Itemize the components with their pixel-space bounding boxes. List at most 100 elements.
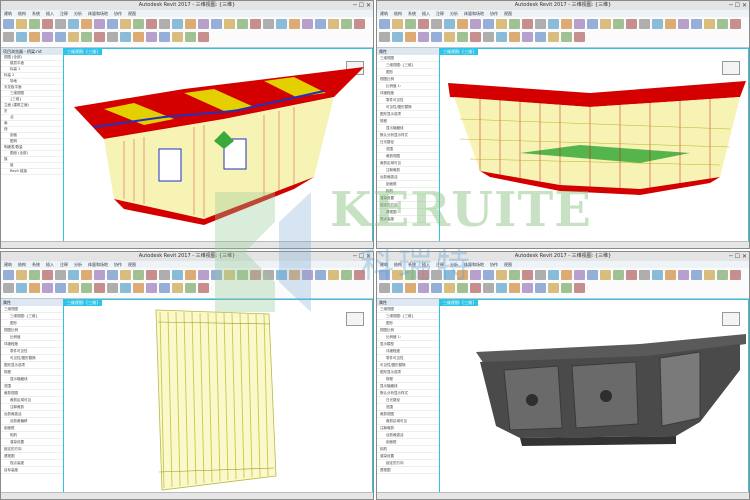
ribbon-tool-icon[interactable]: [678, 270, 689, 280]
panel-row[interactable]: 视图比例: [377, 327, 439, 334]
ribbon-tool-icon[interactable]: [107, 32, 118, 42]
panel-row[interactable]: 剖面框: [377, 439, 439, 446]
ribbon-tool-icon[interactable]: [470, 283, 481, 293]
panel-row[interactable]: 图形显示选项: [377, 369, 439, 376]
ribbon-tool-icon[interactable]: [717, 19, 728, 29]
ribbon-tab[interactable]: 建筑: [380, 262, 388, 267]
ribbon-tool-icon[interactable]: [120, 270, 131, 280]
ribbon-tool-icon[interactable]: [717, 270, 728, 280]
panel-row[interactable]: 三维视图: {三维}: [1, 313, 63, 320]
ribbon-tool-icon[interactable]: [470, 32, 481, 42]
ribbon-tool-icon[interactable]: [652, 19, 663, 29]
ribbon-tool-icon[interactable]: [3, 270, 14, 280]
panel-row[interactable]: 可见性/图形替换: [377, 362, 439, 369]
panel-row[interactable]: 注释裁剪: [377, 425, 439, 432]
ribbon-tool-icon[interactable]: [613, 19, 624, 29]
ribbon-tool-icon[interactable]: [120, 32, 131, 42]
ribbon-tab[interactable]: 插入: [46, 262, 54, 267]
ribbon-tool-icon[interactable]: [483, 283, 494, 293]
ribbon-tool-icon[interactable]: [457, 270, 468, 280]
ribbon-tool-icon[interactable]: [172, 270, 183, 280]
panel-row[interactable]: 日光路径: [377, 139, 439, 146]
panel-row[interactable]: 剖面框: [1, 425, 63, 432]
ribbon-tool-icon[interactable]: [224, 270, 235, 280]
ribbon-tab[interactable]: 体量和场地: [88, 262, 108, 267]
ribbon-tool-icon[interactable]: [522, 32, 533, 42]
ribbon-tab[interactable]: 体量和场地: [464, 262, 484, 267]
panel-row[interactable]: 远剪裁激活: [1, 411, 63, 418]
panel-row[interactable]: 默认分析显示样式: [377, 132, 439, 139]
ribbon-tool-icon[interactable]: [302, 270, 313, 280]
ribbon-tool-icon[interactable]: [561, 19, 572, 29]
ribbon-tool-icon[interactable]: [730, 19, 741, 29]
ribbon-tool-icon[interactable]: [42, 32, 53, 42]
ribbon-tool-icon[interactable]: [522, 283, 533, 293]
ribbon-tool-icon[interactable]: [354, 19, 365, 29]
ribbon-tool-icon[interactable]: [211, 270, 222, 280]
panel-row[interactable]: 规程: [377, 376, 439, 383]
ribbon-tool-icon[interactable]: [457, 19, 468, 29]
panel-row[interactable]: 三维视图: [377, 55, 439, 62]
panel-row[interactable]: 锁定的方向: [377, 202, 439, 209]
ribbon-tab[interactable]: 视图: [128, 262, 136, 267]
panel-row[interactable]: 远剪裁偏移: [1, 418, 63, 425]
ribbon-tab[interactable]: 视图: [504, 11, 512, 16]
panel-row[interactable]: 裁剪视图: [377, 153, 439, 160]
ribbon-tool-icon[interactable]: [146, 270, 157, 280]
ribbon-tool-icon[interactable]: [418, 270, 429, 280]
ribbon-tool-icon[interactable]: [81, 19, 92, 29]
ribbon-tool-icon[interactable]: [185, 32, 196, 42]
ribbon-tool-icon[interactable]: [691, 19, 702, 29]
ribbon-tool-icon[interactable]: [16, 32, 27, 42]
ribbon-tool-icon[interactable]: [496, 19, 507, 29]
ribbon-tool-icon[interactable]: [561, 32, 572, 42]
ribbon-tab[interactable]: 分析: [74, 262, 82, 267]
ribbon-tool-icon[interactable]: [548, 270, 559, 280]
panel-row[interactable]: 显示隐藏线: [377, 383, 439, 390]
panel-row[interactable]: 显示模型: [377, 341, 439, 348]
ribbon-tool-icon[interactable]: [16, 283, 27, 293]
panel-row[interactable]: 详细程度: [377, 348, 439, 355]
ribbon-tool-icon[interactable]: [107, 283, 118, 293]
ribbon-tool-icon[interactable]: [237, 19, 248, 29]
ribbon-tool-icon[interactable]: [81, 283, 92, 293]
ribbon-tool-icon[interactable]: [600, 19, 611, 29]
panel-row[interactable]: 相机: [377, 446, 439, 453]
panel-row[interactable]: 裁剪视图: [377, 411, 439, 418]
3d-view[interactable]: 三维视图: {三维}: [63, 48, 373, 242]
ribbon-tab[interactable]: 协作: [114, 262, 122, 267]
ribbon-tool-icon[interactable]: [185, 19, 196, 29]
panel-row[interactable]: 裁剪区域可见: [1, 397, 63, 404]
panel-row[interactable]: 相机: [377, 188, 439, 195]
ribbon-tab[interactable]: 体量和场地: [88, 11, 108, 16]
ribbon-tool-icon[interactable]: [159, 19, 170, 29]
ribbon-tool-icon[interactable]: [444, 283, 455, 293]
panel-row[interactable]: 三维视图: [377, 306, 439, 313]
ribbon-tool-icon[interactable]: [29, 270, 40, 280]
ribbon-tool-icon[interactable]: [55, 283, 66, 293]
panel-row[interactable]: 锁定的方向: [1, 446, 63, 453]
ribbon-tool-icon[interactable]: [392, 283, 403, 293]
ribbon-tool-icon[interactable]: [405, 19, 416, 29]
ribbon-tool-icon[interactable]: [561, 270, 572, 280]
ribbon-tool-icon[interactable]: [29, 19, 40, 29]
window-controls[interactable]: ─ ☐ ✕: [353, 2, 371, 9]
window-controls[interactable]: ─ ☐ ✕: [729, 253, 747, 260]
ribbon-tool-icon[interactable]: [665, 270, 676, 280]
ribbon-tool-icon[interactable]: [289, 19, 300, 29]
ribbon-tool-icon[interactable]: [185, 270, 196, 280]
panel-row[interactable]: 范围: [1, 383, 63, 390]
ribbon-tool-icon[interactable]: [3, 19, 14, 29]
ribbon-tool-icon[interactable]: [405, 32, 416, 42]
ribbon-tool-icon[interactable]: [522, 19, 533, 29]
panel-row[interactable]: 图形: [1, 320, 63, 327]
panel-row[interactable]: 注释裁剪: [1, 404, 63, 411]
ribbon-tool-icon[interactable]: [496, 283, 507, 293]
panel-row[interactable]: 视图比例: [1, 327, 63, 334]
ribbon-tool-icon[interactable]: [587, 270, 598, 280]
ribbon-tool-icon[interactable]: [379, 283, 390, 293]
ribbon-tool-icon[interactable]: [665, 19, 676, 29]
ribbon-tool-icon[interactable]: [263, 270, 274, 280]
ribbon-tool-icon[interactable]: [535, 283, 546, 293]
panel-row[interactable]: 范围: [377, 146, 439, 153]
